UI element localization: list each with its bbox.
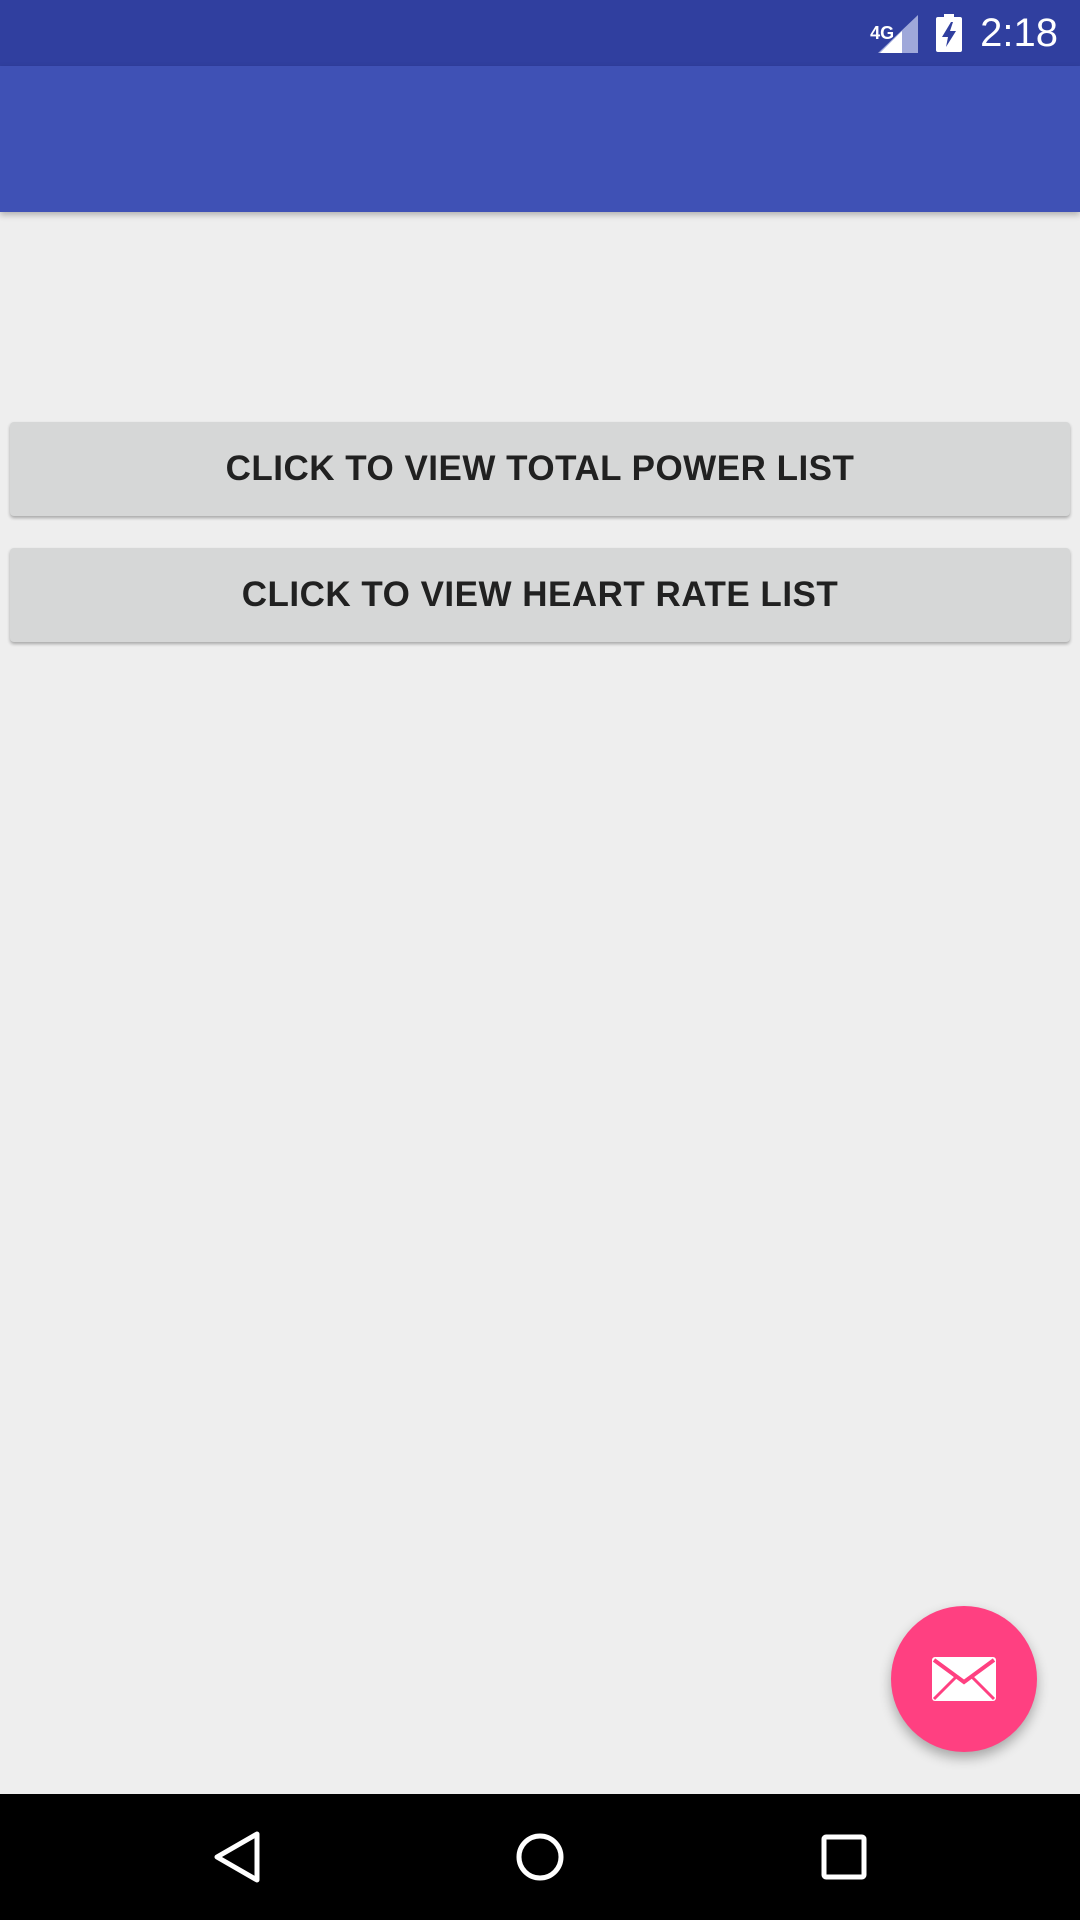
status-icons: 4G 2:18 bbox=[870, 0, 1058, 66]
clock: 2:18 bbox=[980, 11, 1058, 55]
recents-button[interactable] bbox=[784, 1794, 904, 1920]
email-icon bbox=[932, 1657, 996, 1701]
home-button[interactable] bbox=[480, 1794, 600, 1920]
email-fab-button[interactable] bbox=[891, 1606, 1037, 1752]
signal-indicator: 4G bbox=[870, 13, 919, 53]
view-heart-rate-list-button[interactable]: CLICK TO VIEW HEART RATE LIST bbox=[10, 548, 1070, 642]
home-icon bbox=[516, 1833, 564, 1881]
back-icon bbox=[214, 1831, 260, 1883]
battery-charging-icon bbox=[936, 14, 963, 52]
view-total-power-list-button[interactable]: CLICK TO VIEW TOTAL POWER LIST bbox=[10, 422, 1070, 516]
recents-icon bbox=[821, 1834, 867, 1880]
navigation-bar bbox=[0, 1794, 1080, 1920]
back-button[interactable] bbox=[177, 1794, 297, 1920]
app-bar bbox=[0, 66, 1080, 212]
cell-signal-icon bbox=[878, 15, 919, 53]
status-bar: 4G 2:18 bbox=[0, 0, 1080, 66]
